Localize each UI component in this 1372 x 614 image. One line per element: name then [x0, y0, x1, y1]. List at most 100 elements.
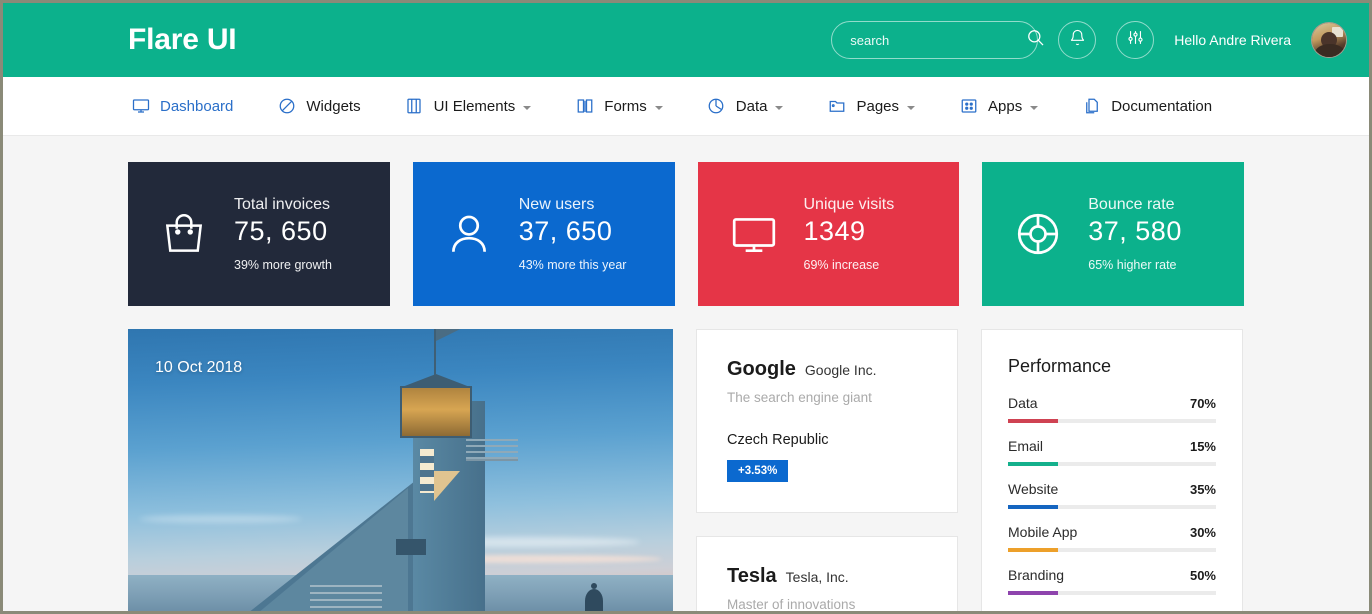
- photo-card[interactable]: 10 Oct 2018: [128, 329, 673, 611]
- photo-date: 10 Oct 2018: [155, 359, 243, 376]
- chevron-down-icon: [523, 105, 532, 110]
- sliders-icon: [1127, 29, 1144, 51]
- nav-label: UI Elements: [433, 97, 516, 115]
- photo-figure: [583, 583, 605, 611]
- performance-percent: 35%: [1189, 482, 1216, 497]
- performance-label: Email: [1008, 438, 1044, 454]
- settings-button[interactable]: [1116, 21, 1155, 59]
- top-header: Flare UI search Hello Andre Rivera: [3, 3, 1369, 77]
- stat-title: Total invoices: [234, 196, 331, 213]
- bell-icon: [1069, 29, 1086, 51]
- chevron-down-icon: [1030, 105, 1039, 110]
- nav-item-documentation[interactable]: Documentation: [1082, 97, 1212, 116]
- book-icon: [575, 97, 594, 116]
- performance-card: Performance Data 70% Email 15% Website 3…: [981, 329, 1243, 611]
- stat-value: 37, 650: [518, 216, 613, 246]
- nav-item-apps[interactable]: Apps: [959, 97, 1039, 116]
- nav-label: Documentation: [1111, 97, 1213, 115]
- no-entry-icon: [277, 97, 296, 116]
- stat-card-total-invoices[interactable]: Total invoices 75, 650 39% more growth: [128, 162, 390, 306]
- notifications-button[interactable]: [1058, 21, 1097, 59]
- nav-item-data[interactable]: Data: [707, 97, 784, 116]
- performance-percent: 30%: [1189, 525, 1216, 540]
- bag-icon: [156, 206, 212, 262]
- progress-track: [1008, 548, 1216, 552]
- stat-title: Unique visits: [803, 196, 895, 213]
- company-card-google[interactable]: Google Google Inc. The search engine gia…: [696, 329, 958, 513]
- film-icon: [405, 97, 424, 116]
- nav-item-pages[interactable]: Pages: [827, 97, 916, 116]
- progress-track: [1008, 505, 1216, 509]
- nav-label: Widgets: [306, 97, 361, 115]
- performance-row: Email 15%: [1008, 438, 1216, 466]
- lifebuoy-icon: [1010, 206, 1066, 262]
- stat-subtitle: 69% increase: [803, 258, 880, 272]
- stat-subtitle: 39% more growth: [234, 258, 332, 272]
- performance-row: Data 70%: [1008, 395, 1216, 423]
- stat-card-bounce-rate[interactable]: Bounce rate 37, 580 65% higher rate: [982, 162, 1244, 306]
- stat-title: Bounce rate: [1088, 196, 1175, 213]
- main-nav: Dashboard Widgets UI Elements Forms Data…: [3, 77, 1369, 136]
- company-header: Tesla Tesla, Inc.: [727, 565, 927, 588]
- performance-percent: 50%: [1189, 568, 1216, 583]
- stats-row: Total invoices 75, 650 39% more growth N…: [3, 162, 1369, 306]
- progress-track: [1008, 462, 1216, 466]
- company-full-name: Google Inc.: [804, 362, 877, 378]
- performance-row: Website 35%: [1008, 481, 1216, 509]
- greeting-text: Hello Andre Rivera: [1174, 32, 1291, 48]
- performance-percent: 70%: [1189, 396, 1216, 411]
- company-description: Master of innovations: [727, 597, 856, 611]
- header-actions: Hello Andre Rivera: [831, 21, 1347, 59]
- monitor-icon: [726, 206, 782, 262]
- performance-label: Data: [1008, 395, 1038, 411]
- folder-icon: [827, 97, 846, 116]
- company-name: Google: [727, 358, 796, 380]
- pages-icon: [1082, 97, 1101, 116]
- nav-item-widgets[interactable]: Widgets: [277, 97, 361, 116]
- search-input[interactable]: [850, 32, 1027, 48]
- stat-value: 37, 580: [1088, 216, 1182, 246]
- company-country: Czech Republic: [727, 432, 829, 448]
- performance-percent: 15%: [1189, 439, 1216, 454]
- grid-icon: [959, 97, 978, 116]
- company-card-tesla[interactable]: Tesla Tesla, Inc. Master of innovations: [696, 536, 958, 611]
- company-name: Tesla: [727, 565, 777, 587]
- progress-track: [1008, 419, 1216, 423]
- performance-row: Branding 50%: [1008, 567, 1216, 595]
- stat-card-unique-visits[interactable]: Unique visits 1349 69% increase: [697, 162, 960, 306]
- avatar[interactable]: [1311, 22, 1347, 58]
- progress-fill: [1008, 505, 1058, 509]
- app-window: Flare UI search Hello Andre Rivera Dashb…: [3, 3, 1369, 611]
- company-header: Google Google Inc.: [727, 358, 927, 381]
- progress-track: [1008, 591, 1216, 595]
- nav-label: Forms: [604, 97, 647, 115]
- performance-label: Branding: [1008, 567, 1065, 583]
- nav-item-dashboard[interactable]: Dashboard: [131, 97, 233, 116]
- chevron-down-icon: [654, 105, 663, 110]
- change-badge: +3.53%: [727, 460, 789, 482]
- company-description: The search engine giant: [727, 390, 872, 405]
- stat-value: 1349: [803, 216, 866, 246]
- user-icon: [441, 206, 497, 262]
- performance-label: Website: [1008, 481, 1059, 497]
- progress-fill: [1008, 462, 1058, 466]
- stat-card-new-users[interactable]: New users 37, 650 43% more this year: [412, 162, 675, 306]
- chevron-down-icon: [907, 105, 916, 110]
- company-full-name: Tesla, Inc.: [785, 569, 849, 585]
- nav-item-ui-elements[interactable]: UI Elements: [405, 97, 532, 116]
- monitor-icon: [131, 97, 150, 116]
- stat-subtitle: 65% higher rate: [1088, 258, 1177, 272]
- search-box[interactable]: [831, 21, 1044, 59]
- progress-fill: [1008, 419, 1058, 423]
- stat-value: 75, 650: [234, 216, 328, 246]
- stat-subtitle: 43% more this year: [518, 258, 627, 272]
- nav-label: Apps: [988, 97, 1023, 115]
- nav-item-forms[interactable]: Forms: [575, 97, 663, 116]
- pie-icon: [707, 97, 726, 116]
- company-column: Google Google Inc. The search engine gia…: [696, 329, 958, 611]
- search-icon[interactable]: [1026, 28, 1045, 52]
- content-row: 10 Oct 2018 Google Google Inc. The searc…: [3, 329, 1369, 611]
- performance-label: Mobile App: [1008, 524, 1078, 540]
- progress-fill: [1008, 591, 1058, 595]
- chevron-down-icon: [775, 105, 784, 110]
